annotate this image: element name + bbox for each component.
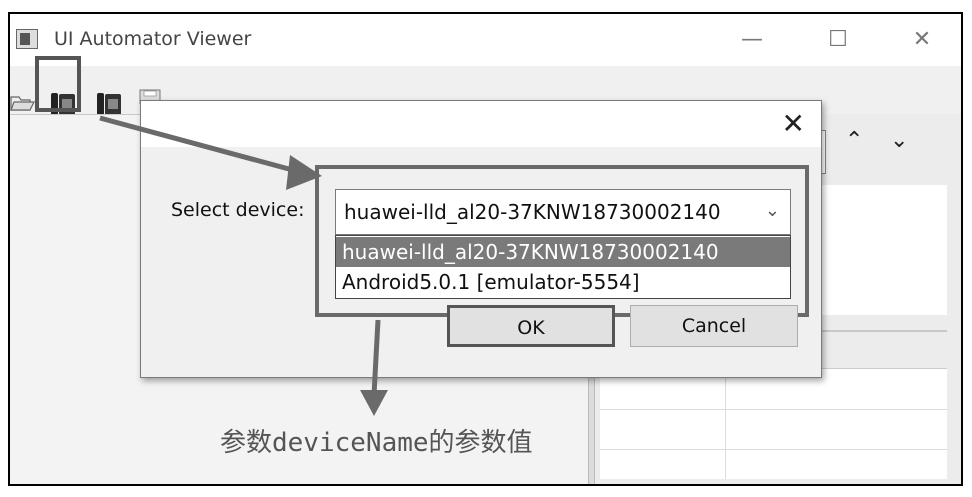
dialog-title-bar: ✕ (141, 101, 821, 147)
select-device-dialog: ✕ Select device: huawei-lld_al20-37KNW18… (140, 100, 822, 378)
ok-button[interactable]: OK (447, 305, 615, 347)
nav-down-icon[interactable]: ⌄ (890, 128, 908, 153)
annotation-caption: 参数deviceName的参数值 (220, 428, 533, 458)
minimize-button[interactable]: — (732, 24, 772, 56)
hierarchy-tree (820, 185, 947, 315)
highlight-box-toolbar (35, 56, 81, 112)
app-icon (16, 29, 38, 49)
open-folder-icon[interactable] (10, 91, 36, 113)
select-device-label: Select device: (171, 199, 305, 221)
highlight-box-dropdown (315, 165, 809, 317)
close-button[interactable]: ✕ (902, 24, 942, 56)
maximize-button[interactable]: ☐ (818, 24, 858, 56)
dialog-close-icon[interactable]: ✕ (782, 107, 805, 140)
title-bar: UI Automator Viewer — ☐ ✕ (10, 14, 961, 66)
properties-table (600, 368, 947, 479)
window-title: UI Automator Viewer (54, 28, 252, 50)
nav-up-icon[interactable]: ⌃ (845, 128, 863, 153)
cancel-button[interactable]: Cancel (630, 305, 798, 347)
